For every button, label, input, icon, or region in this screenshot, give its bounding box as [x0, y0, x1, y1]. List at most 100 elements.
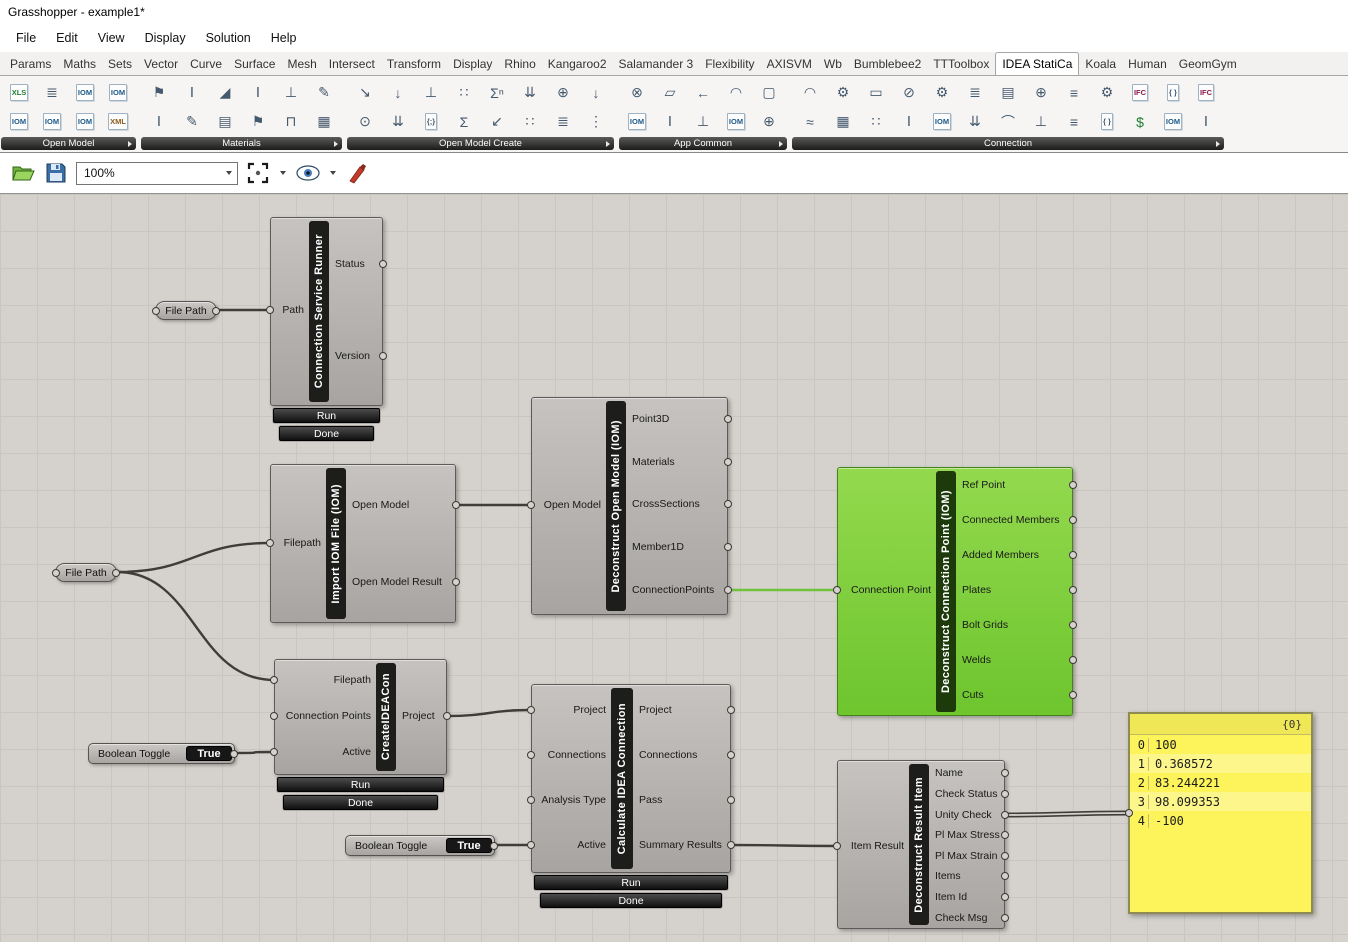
- preview-dropdown-arrow-icon[interactable]: [328, 171, 338, 175]
- create-idea-con-input-grip-filepath[interactable]: [270, 676, 278, 684]
- align-list-icon[interactable]: ≣: [549, 109, 577, 135]
- create-idea-con-button-run[interactable]: Run: [277, 777, 444, 792]
- component-connection-service-runner[interactable]: Connection Service RunnerPathStatusVersi…: [270, 217, 383, 442]
- menu-file[interactable]: File: [6, 26, 46, 50]
- deconstruct-connection-point-output-grip-connected-members[interactable]: [1069, 516, 1077, 524]
- ribbon-group-label-open-model-create[interactable]: Open Model Create: [347, 137, 614, 150]
- tab-flexibility[interactable]: Flexibility: [699, 53, 760, 75]
- boolean-toggle-1-output-grip[interactable]: [230, 750, 238, 758]
- detach-icon[interactable]: ←: [689, 80, 717, 106]
- section-flag-icon[interactable]: ⚑: [244, 109, 272, 135]
- items-list-icon[interactable]: ⋮: [582, 109, 610, 135]
- file-path-1-output-grip[interactable]: [212, 307, 220, 315]
- preset-left-icon[interactable]: ≡: [1060, 80, 1088, 106]
- bolts-icon[interactable]: ⊕: [1027, 80, 1055, 106]
- deconstruct-result-item-output-grip-name[interactable]: [1001, 769, 1009, 777]
- iom-connection-icon[interactable]: IOM: [928, 109, 956, 135]
- weld-arc-icon[interactable]: ⌒: [994, 109, 1022, 135]
- iom-common-icon[interactable]: IOM: [722, 109, 750, 135]
- steel-beam-icon[interactable]: Ⅰ: [244, 80, 272, 106]
- folder-icon[interactable]: ▱: [656, 80, 684, 106]
- tab-wb[interactable]: Wb: [818, 53, 848, 75]
- node-create-icon[interactable]: ⊙: [351, 109, 379, 135]
- component-import-iom-file[interactable]: Import IOM File (IOM)FilepathOpen ModelO…: [270, 464, 456, 623]
- tab-salamander-3[interactable]: Salamander 3: [613, 53, 700, 75]
- fragment-icon[interactable]: ⊗: [623, 80, 651, 106]
- tab-curve[interactable]: Curve: [184, 53, 228, 75]
- plate-icon[interactable]: ▭: [862, 80, 890, 106]
- calculate-idea-connection-button-run[interactable]: Run: [534, 875, 728, 890]
- menu-help[interactable]: Help: [261, 26, 307, 50]
- tee-section-icon[interactable]: ⊥: [277, 80, 305, 106]
- component-deconstruct-connection-point[interactable]: Deconstruct Connection Point (IOM)Connec…: [837, 467, 1073, 716]
- data-panel-input-grip[interactable]: [1125, 809, 1133, 817]
- model-list-icon[interactable]: ≣: [38, 80, 66, 106]
- weld-double-icon[interactable]: ≈: [796, 109, 824, 135]
- deconstruct-connection-point-output-grip-plates[interactable]: [1069, 586, 1077, 594]
- param-file-path-1[interactable]: File Path: [155, 301, 217, 320]
- column-load-icon[interactable]: ↓: [582, 80, 610, 106]
- bolt-grid-icon[interactable]: ∷: [862, 109, 890, 135]
- ribbon-group-label-materials[interactable]: Materials: [141, 137, 342, 150]
- tab-rhino[interactable]: Rhino: [498, 53, 541, 75]
- grid-section-icon[interactable]: ▦: [310, 109, 338, 135]
- file-path-1-input-grip[interactable]: [152, 307, 160, 315]
- component-calculate-idea-connection[interactable]: Calculate IDEA ConnectionProjectConnecti…: [531, 684, 731, 909]
- tab-kangaroo2[interactable]: Kangaroo2: [542, 53, 613, 75]
- deconstruct-result-item-output-grip-check-msg[interactable]: [1001, 914, 1009, 922]
- tab-sets[interactable]: Sets: [102, 53, 138, 75]
- preview-eye-icon[interactable]: [295, 160, 321, 186]
- create-idea-con-button-done[interactable]: Done: [283, 795, 438, 810]
- file-path-2-output-grip[interactable]: [112, 569, 120, 577]
- deconstruct-result-item-output-grip-unity-check[interactable]: [1001, 811, 1009, 819]
- calculate-idea-connection-input-grip-connections[interactable]: [527, 751, 535, 759]
- brace-create-icon[interactable]: {;}: [417, 109, 445, 135]
- anchor-icon[interactable]: ⊥: [1027, 109, 1055, 135]
- menu-view[interactable]: View: [88, 26, 135, 50]
- boolean-toggle-2[interactable]: Boolean ToggleTrue: [345, 835, 495, 856]
- deconstruct-result-item-input-grip-item-result[interactable]: [833, 842, 841, 850]
- settings-gears-icon[interactable]: ⚙: [928, 80, 956, 106]
- tab-geomgym[interactable]: GeomGym: [1173, 53, 1243, 75]
- deconstruct-result-item-output-grip-item-id[interactable]: [1001, 893, 1009, 901]
- create-idea-con-output-grip-project[interactable]: [443, 712, 451, 720]
- boolean-toggle-1-value[interactable]: True: [186, 746, 232, 761]
- tab-axisvm[interactable]: AXISVM: [761, 53, 818, 75]
- connector-arc-icon[interactable]: ◠: [722, 80, 750, 106]
- gears-icon[interactable]: ⚙: [829, 80, 857, 106]
- zoom-dropdown-arrow-icon[interactable]: [220, 163, 237, 184]
- code-brace-icon[interactable]: { }: [1093, 109, 1121, 135]
- connection-service-runner-output-grip-status[interactable]: [379, 260, 387, 268]
- loads-icon[interactable]: ⇊: [961, 109, 989, 135]
- support-icon[interactable]: ⊥: [417, 80, 445, 106]
- tab-params[interactable]: Params: [4, 53, 57, 75]
- tab-surface[interactable]: Surface: [228, 53, 281, 75]
- iom-save-icon[interactable]: IOM: [71, 109, 99, 135]
- xml-export-icon[interactable]: XML: [104, 109, 132, 135]
- deconstruct-connection-point-output-grip-bolt-grids[interactable]: [1069, 621, 1077, 629]
- tab-vector[interactable]: Vector: [138, 53, 184, 75]
- ribbon-group-label-app-common[interactable]: App Common: [619, 137, 787, 150]
- tab-koala[interactable]: Koala: [1079, 53, 1122, 75]
- member-create-icon[interactable]: ↘: [351, 80, 379, 106]
- axes-icon[interactable]: ⊥: [689, 109, 717, 135]
- sketch-pen-icon[interactable]: ✎: [178, 109, 206, 135]
- beam-add-icon[interactable]: Ⅰ: [656, 109, 684, 135]
- calculate-idea-connection-button-done[interactable]: Done: [540, 893, 722, 908]
- component-create-idea-con[interactable]: CreateIDEAConFilepathConnection PointsAc…: [274, 659, 447, 811]
- calculate-idea-connection-output-grip-pass[interactable]: [727, 796, 735, 804]
- create-idea-con-input-grip-active[interactable]: [270, 748, 278, 756]
- weld-seam-icon[interactable]: ◠: [796, 80, 824, 106]
- tab-display[interactable]: Display: [447, 53, 498, 75]
- import-iom-file-output-grip-open-model[interactable]: [452, 501, 460, 509]
- line-load-icon[interactable]: ⇊: [384, 109, 412, 135]
- gear-code-icon[interactable]: ⚙: [1093, 80, 1121, 106]
- column-section-icon[interactable]: Ⅰ: [178, 80, 206, 106]
- xls-import-icon[interactable]: XLS: [5, 80, 33, 106]
- deconstruct-result-item-output-grip-items[interactable]: [1001, 872, 1009, 880]
- ribbon-group-label-connection[interactable]: Connection: [792, 137, 1224, 150]
- deconstruct-result-item-output-grip-pl-max-strain[interactable]: [1001, 852, 1009, 860]
- connection-service-runner-input-grip-path[interactable]: [266, 306, 274, 314]
- taper-section-icon[interactable]: ◢: [211, 80, 239, 106]
- boolean-toggle-2-value[interactable]: True: [446, 838, 492, 853]
